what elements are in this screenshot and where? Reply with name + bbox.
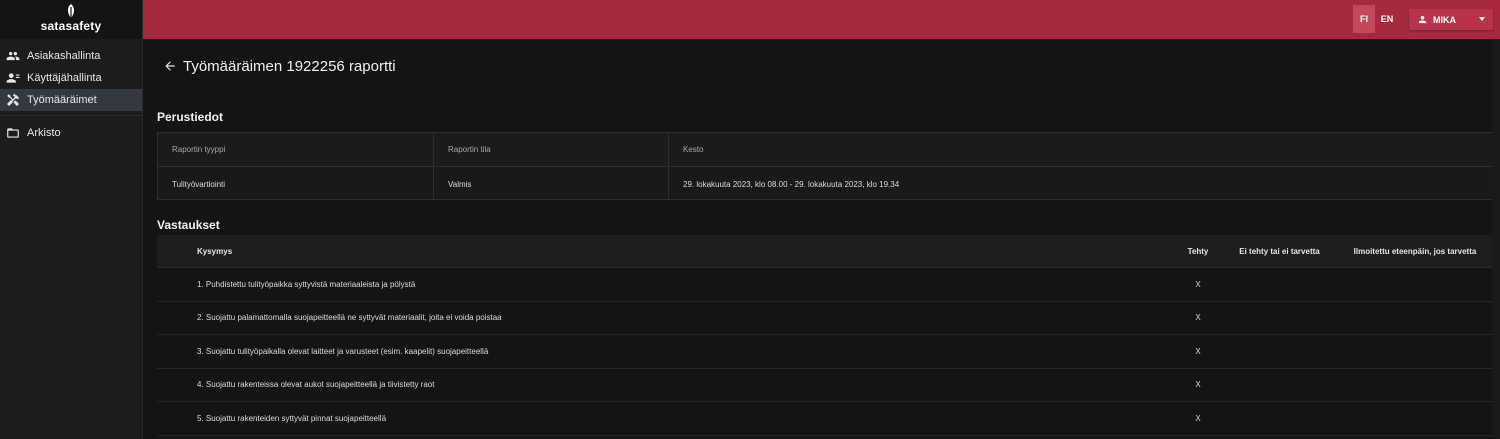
header-report-status: Raportin tila <box>434 133 669 166</box>
customers-icon <box>6 51 20 61</box>
sidebar-item-users[interactable]: Käyttäjähallinta <box>0 67 142 89</box>
language-en-button[interactable]: EN <box>1376 5 1398 33</box>
table-row: 1. Puhdistettu tulityöpaikka syttyvistä … <box>157 268 1494 302</box>
answers-title: Vastaukset <box>157 218 220 232</box>
question-text: 1. Puhdistettu tulityöpaikka syttyvistä … <box>197 279 416 289</box>
question-text: 3. Suojattu tulityöpaikalla olevat laitt… <box>197 346 489 356</box>
sidebar-item-customers[interactable]: Asiakashallinta <box>0 45 142 67</box>
header-not-done: Ei tehty tai ei tarvetta <box>1239 246 1320 256</box>
sidebar-divider <box>0 115 142 116</box>
brand-name: satasafety <box>40 19 102 33</box>
duration-value: 29. lokakuuta 2023, klo 08.00 - 29. loka… <box>683 179 900 189</box>
sidebar-nav: Asiakashallinta Käyttäjähallinta Työmäär… <box>0 39 142 144</box>
table-row: 3. Suojattu tulityöpaikalla olevat laitt… <box>157 335 1494 369</box>
basic-info-table: Raportin tyyppi Raportin tila Kesto Tuli… <box>157 132 1494 201</box>
page-scrollbar[interactable] <box>1492 39 1500 439</box>
folder-open-icon <box>7 128 19 138</box>
page-header: Työmääräimen 1922256 raportti <box>163 55 396 77</box>
table-header-row: Kysymys Tehty Ei tehty tai ei tarvetta I… <box>157 235 1494 268</box>
question-text: 4. Suojattu rakenteissa olevat aukot suo… <box>197 380 435 390</box>
logo[interactable]: satasafety <box>0 0 142 39</box>
header-duration: Kesto <box>683 145 704 154</box>
answers-table: Kysymys Tehty Ei tehty tai ei tarvetta I… <box>157 235 1494 436</box>
sidebar-item-label: Arkisto <box>27 127 61 139</box>
done-mark: X <box>1195 346 1201 356</box>
header-done: Tehty <box>1187 246 1209 256</box>
person-icon <box>1418 15 1427 24</box>
question-text: 2. Suojattu palamattomalla suojapeitteel… <box>197 313 502 323</box>
header-report-type: Raportin tyyppi <box>158 133 434 166</box>
top-bar: FI EN MIKA <box>143 0 1500 39</box>
user-name: MIKA <box>1433 14 1456 25</box>
question-text: 5. Suojattu rakenteiden syttyvät pinnat … <box>197 413 387 423</box>
basic-info-title: Perustiedot <box>157 110 224 124</box>
arrow-back-icon[interactable] <box>163 59 177 73</box>
language-fi-button[interactable]: FI <box>1353 5 1375 33</box>
done-mark: X <box>1195 380 1201 390</box>
sidebar-item-archive[interactable]: Arkisto <box>0 122 142 144</box>
chevron-down-icon <box>1479 17 1485 21</box>
sidebar-item-work-orders[interactable]: Työmääräimet <box>0 89 142 111</box>
table-row: 5. Suojattu rakenteiden syttyvät pinnat … <box>157 402 1494 436</box>
table-header-row: Raportin tyyppi Raportin tila Kesto <box>158 133 1493 167</box>
done-mark: X <box>1195 413 1201 423</box>
done-mark: X <box>1195 279 1201 289</box>
table-row: 4. Suojattu rakenteissa olevat aukot suo… <box>157 369 1494 402</box>
table-row: 2. Suojattu palamattomalla suojapeitteel… <box>157 302 1494 335</box>
done-mark: X <box>1195 313 1201 323</box>
tools-icon <box>7 93 19 106</box>
header-question: Kysymys <box>197 246 233 256</box>
header-reported: Ilmoitettu eteenpäin, jos tarvetta <box>1353 246 1477 256</box>
table-row: Tulityövartiointi Valmis 29. lokakuuta 2… <box>158 167 1493 201</box>
sidebar-item-label: Käyttäjähallinta <box>27 72 102 84</box>
user-manage-icon <box>6 73 20 83</box>
report-status-value: Valmis <box>434 167 669 201</box>
sidebar-item-label: Asiakashallinta <box>27 50 101 62</box>
sidebar: satasafety Asiakashallinta Käyttäjähalli… <box>0 0 143 439</box>
report-type-value: Tulityövartiointi <box>158 167 434 201</box>
leaf-logo-icon <box>68 4 74 18</box>
main-content: Työmääräimen 1922256 raportti Perustiedo… <box>143 39 1500 439</box>
page-title: Työmääräimen 1922256 raportti <box>183 57 396 75</box>
user-menu-button[interactable]: MIKA <box>1409 9 1493 30</box>
sidebar-item-label: Työmääräimet <box>27 94 97 106</box>
